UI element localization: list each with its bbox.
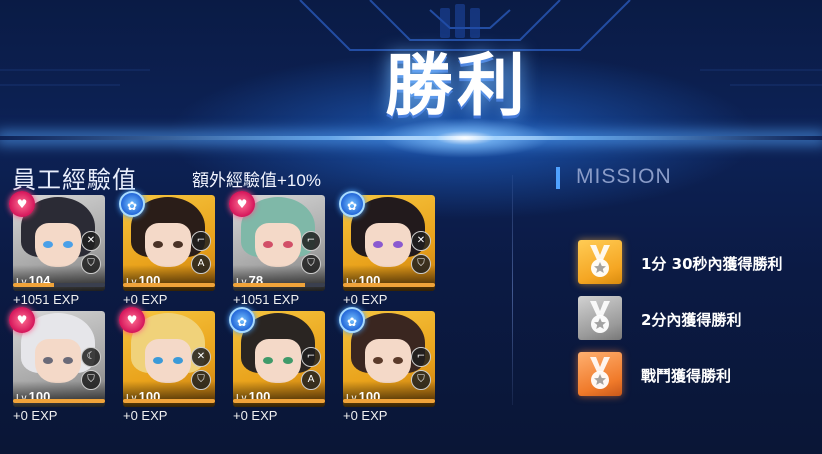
heart-icon: ♥ [229,191,255,217]
exp-progress-fill [343,283,435,287]
weapon-icons: ⌐ ⛉ [411,347,433,393]
mission-text: 2分內獲得勝利 [641,311,742,329]
face [35,223,81,267]
divider [512,175,513,405]
all-icon: A [301,370,321,390]
exp-progress-fill [13,283,55,287]
gun-icon: ⌐ [301,231,321,251]
exp-progress-bar [13,283,105,287]
heart-icon: ♥ [9,191,35,217]
exp-progress-fill [233,399,325,403]
face [145,339,191,383]
shield-icon: ⛉ [191,370,211,390]
eye [263,357,273,364]
light-flare [380,118,550,158]
mission-text: 戰鬥獲得勝利 [641,367,732,385]
exp-progress-bar [123,399,215,403]
moon-icon: ☾ [81,347,101,367]
exp-gained-text: +0 EXP [123,408,168,423]
weapon-icons: ☾ ⛉ [81,347,103,393]
face [145,223,191,267]
eye [373,357,383,364]
shield-icon: ⛉ [81,370,101,390]
eye [153,241,163,248]
ribbon-icon: ✿ [339,307,365,333]
mission-item: 戰鬥獲得勝利 [578,352,818,398]
eye [393,357,403,364]
eye [43,357,53,364]
eye [283,357,293,364]
gold-medal-icon [578,240,622,284]
mission-title: MISSION [556,165,672,189]
exp-gained-text: +0 EXP [343,292,388,307]
ribbon-icon: ✿ [339,191,365,217]
face [255,339,301,383]
eye [373,241,383,248]
shield-icon: ⛉ [301,254,321,274]
weapon-icons: ⌐ ⛉ [301,231,323,277]
exp-progress-bar [233,283,325,287]
exp-progress-fill [343,399,435,403]
mission-item: 1分 30秒內獲得勝利 [578,240,818,286]
heart-icon: ♥ [9,307,35,333]
exp-section-title: 員工經驗值 [12,167,137,194]
exp-gained-text: +0 EXP [233,408,278,423]
crossed-swords-icon: ✕ [411,231,431,251]
exp-gained-text: +0 EXP [343,408,388,423]
eye [43,241,53,248]
silver-medal-icon [578,296,622,340]
exp-progress-fill [123,283,215,287]
ribbon-icon: ✿ [119,191,145,217]
victory-title: 勝利 [385,47,530,126]
shield-icon: ⛉ [411,254,431,274]
exp-gained-text: +0 EXP [123,292,168,307]
exp-gained-text: +1051 EXP [13,292,80,307]
mission-item: 2分內獲得勝利 [578,296,818,342]
weapon-icons: ⌐ A [191,231,213,277]
eye [153,357,163,364]
ribbon-icon: ✿ [229,307,255,333]
eye [393,241,403,248]
crossed-swords-icon: ✕ [191,347,211,367]
face [255,223,301,267]
shield-icon: ⛉ [81,254,101,274]
gun-icon: ⌐ [411,347,431,367]
gun-icon: ⌐ [191,231,211,251]
exp-gained-text: +0 EXP [13,408,58,423]
exp-progress-fill [123,399,215,403]
face [35,339,81,383]
exp-progress-bar [233,399,325,403]
eye [63,357,73,364]
face [365,339,411,383]
exp-bonus-text: 額外經驗值+10% [192,171,321,190]
weapon-icons: ⌐ A [301,347,323,393]
crossed-swords-icon: ✕ [81,231,101,251]
weapon-icons: ✕ ⛉ [81,231,103,277]
weapon-icons: ✕ ⛉ [411,231,433,277]
weapon-icons: ✕ ⛉ [191,347,213,393]
eye [173,241,183,248]
gun-icon: ⌐ [301,347,321,367]
shield-icon: ⛉ [411,370,431,390]
mission-text: 1分 30秒內獲得勝利 [641,255,783,273]
eye [173,357,183,364]
all-icon: A [191,254,211,274]
heart-icon: ♥ [119,307,145,333]
exp-progress-bar [13,399,105,403]
eye [63,241,73,248]
eye [263,241,273,248]
face [365,223,411,267]
exp-gained-text: +1051 EXP [233,292,300,307]
bronze-medal-icon [578,352,622,396]
eye [283,241,293,248]
character-grid: Lv.104 ✕⛉ ♥+1051 EXP Lv.100 ⌐A ✿+0 EXP L… [9,191,453,445]
exp-progress-fill [233,283,305,287]
mission-title-label: MISSION [576,165,672,188]
exp-progress-fill [13,399,105,403]
exp-progress-bar [343,283,435,287]
exp-progress-bar [343,399,435,403]
exp-progress-bar [123,283,215,287]
